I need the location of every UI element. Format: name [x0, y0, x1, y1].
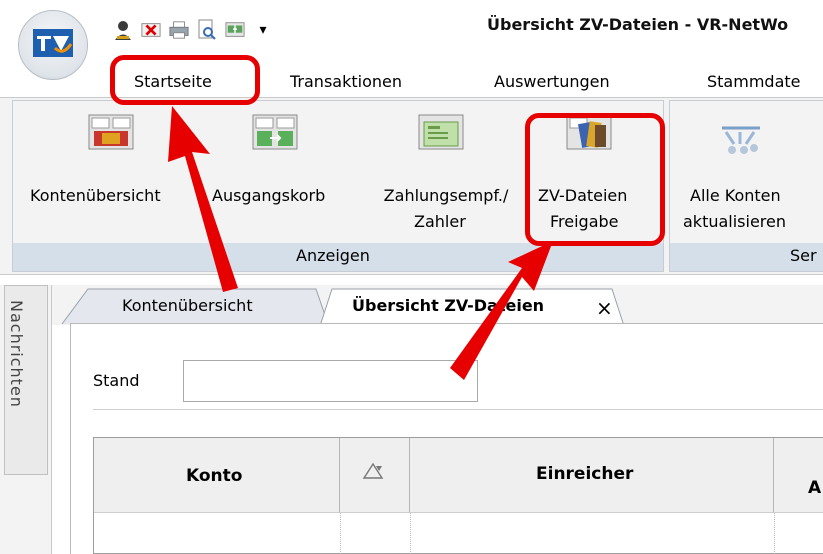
quick-access-toolbar: ▾: [113, 18, 273, 42]
tab-auswertungen[interactable]: Auswertungen: [494, 72, 610, 91]
group-label-anzeigen: Anzeigen: [296, 246, 370, 265]
tab-transaktionen[interactable]: Transaktionen: [290, 72, 402, 91]
user-icon[interactable]: [113, 20, 133, 40]
zahlungsempfaenger-button[interactable]: Zahlungsempf./ Zahler: [366, 110, 526, 240]
application-menu-button[interactable]: [18, 10, 88, 80]
transfer-icon[interactable]: [225, 20, 245, 40]
button-label-line2: aktualisieren: [683, 212, 787, 231]
grid-divider: [340, 513, 342, 554]
alle-konten-aktualisieren-button[interactable]: Alle Konten aktualisieren: [680, 110, 823, 240]
stand-field[interactable]: [183, 360, 478, 402]
column-header-label: A: [808, 478, 822, 498]
refresh-all-accounts-icon: [722, 126, 760, 154]
button-label: Ausgangskorb: [212, 186, 326, 205]
side-nav-label: Nachrichten: [7, 300, 26, 408]
bank-logo-icon: [33, 29, 73, 57]
table-row[interactable]: [94, 512, 823, 554]
payee-icon: [418, 114, 464, 150]
group-label-service: Ser: [790, 246, 817, 265]
column-header-label: Konto: [186, 466, 243, 486]
accounts-overview-icon: [88, 114, 134, 150]
grid-divider: [774, 513, 776, 554]
print-preview-icon[interactable]: [197, 19, 217, 40]
button-label: Alle Konten: [690, 186, 781, 205]
column-header-label: Einreicher: [536, 464, 634, 484]
stand-label: Stand: [93, 371, 140, 390]
divider: [93, 409, 823, 410]
highlight-zv-dateien-freigabe: [525, 113, 665, 246]
sort-icon: [362, 462, 384, 479]
print-icon[interactable]: [169, 20, 189, 40]
grid-divider: [410, 513, 412, 554]
window-title: Übersicht ZV-Dateien - VR-NetWo: [487, 15, 789, 34]
delete-icon[interactable]: [141, 20, 161, 40]
column-header-sort[interactable]: [340, 438, 410, 512]
tab-stammdaten[interactable]: Stammdate: [707, 72, 800, 91]
customize-dropdown-icon[interactable]: ▾: [253, 20, 273, 40]
column-header-einreicher[interactable]: Einreicher: [410, 438, 774, 512]
highlight-startseite: [110, 55, 260, 105]
column-header-a[interactable]: A: [774, 438, 823, 512]
column-header-konto[interactable]: Konto: [94, 438, 340, 512]
button-label: Zahlungsempf./: [383, 186, 509, 205]
ausgangskorb-button[interactable]: Ausgangskorb: [212, 110, 362, 240]
button-label-line2: Zahler: [414, 212, 466, 231]
outbox-icon: [252, 114, 298, 150]
button-label: Kontenübersicht: [30, 186, 161, 205]
kontenuebersicht-button[interactable]: Kontenübersicht: [30, 110, 190, 240]
